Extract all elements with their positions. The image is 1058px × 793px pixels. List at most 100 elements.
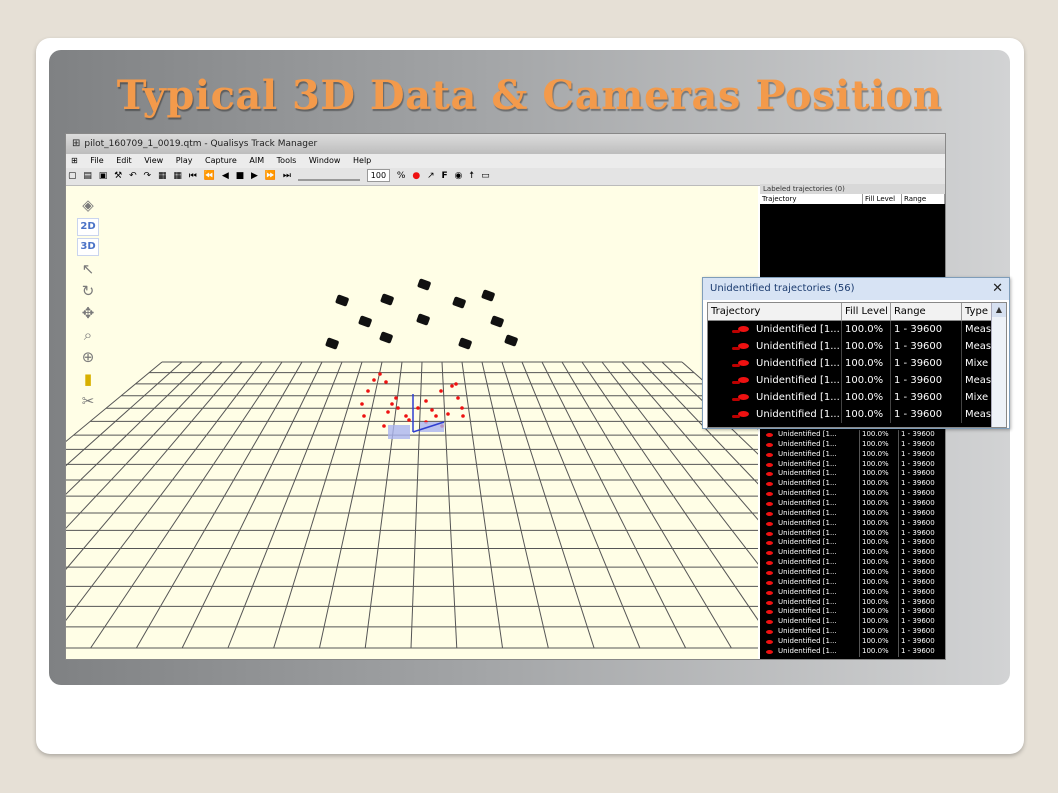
- table-scrollbar[interactable]: ▲: [991, 303, 1006, 427]
- menubar: ⊞ File Edit View Play Capture AIM Tools …: [66, 154, 945, 168]
- header-trajectory[interactable]: Trajectory: [708, 303, 842, 320]
- app-icon: ⊞: [72, 138, 81, 149]
- menu-play[interactable]: Play: [176, 156, 193, 165]
- list-item[interactable]: Unidentified [1... 100.0% 1 - 39600: [760, 617, 945, 628]
- menu-file[interactable]: File: [90, 156, 103, 165]
- rotate-icon[interactable]: ↻: [74, 280, 102, 302]
- marker-icon[interactable]: ◉: [455, 168, 463, 185]
- list-item[interactable]: Unidentified [1... 100.0% 1 - 39600: [760, 489, 945, 500]
- col-range[interactable]: Range: [902, 194, 945, 204]
- header-fill-level[interactable]: Fill Level: [842, 303, 891, 320]
- table-row[interactable]: Unidentified [1... 100.0% 1 - 39600 Meas: [708, 372, 1006, 389]
- go-end-icon[interactable]: ⏭: [283, 168, 291, 185]
- list-cell: 100.0%: [860, 617, 899, 628]
- target-icon[interactable]: ⊕: [74, 346, 102, 368]
- record-icon[interactable]: ●: [412, 168, 420, 185]
- trajectory-name: Unidentified [1...: [708, 338, 842, 355]
- table-row[interactable]: Unidentified [1... 100.0% 1 - 39600 Meas: [708, 321, 1006, 338]
- layers-icon[interactable]: ◈: [74, 194, 102, 216]
- list-item[interactable]: Unidentified [1... 100.0% 1 - 39600: [760, 528, 945, 539]
- stop-icon[interactable]: ■: [236, 168, 245, 185]
- menu-help[interactable]: Help: [353, 156, 371, 165]
- clipboard-icon[interactable]: ▮: [74, 368, 102, 390]
- list-item[interactable]: Unidentified [1... 100.0% 1 - 39600: [760, 548, 945, 559]
- list-item[interactable]: Unidentified [1... 100.0% 1 - 39600: [760, 449, 945, 460]
- open-folder-icon[interactable]: ▤: [83, 168, 92, 185]
- list-item[interactable]: Unidentified [1... 100.0% 1 - 39600: [760, 627, 945, 638]
- table-row[interactable]: Unidentified [1... 100.0% 1 - 39600 Mixe: [708, 389, 1006, 406]
- list-item[interactable]: Unidentified [1... 100.0% 1 - 39600: [760, 538, 945, 549]
- list-cell: Unidentified [1...: [760, 499, 860, 509]
- menu-view[interactable]: View: [144, 156, 163, 165]
- save-icon[interactable]: ▣: [99, 168, 108, 185]
- labeled-panel-title: Labeled trajectories (0): [760, 184, 945, 194]
- list-item[interactable]: Unidentified [1... 100.0% 1 - 39600: [760, 607, 945, 618]
- table-row[interactable]: Unidentified [1... 100.0% 1 - 39600 Meas: [708, 338, 1006, 355]
- grid-line: [227, 361, 343, 649]
- fill-level: 100.0%: [842, 406, 891, 423]
- menu-edit[interactable]: Edit: [116, 156, 132, 165]
- list-item[interactable]: Unidentified [1... 100.0% 1 - 39600: [760, 518, 945, 529]
- new-file-icon[interactable]: ▢: [68, 168, 77, 185]
- labeled-panel-header: Trajectory Fill Level Range: [760, 194, 945, 204]
- view-2d-icon[interactable]: ▦: [158, 168, 167, 185]
- wrench-icon[interactable]: ⚒: [114, 168, 122, 185]
- f-icon[interactable]: F: [442, 168, 448, 185]
- list-item[interactable]: Unidentified [1... 100.0% 1 - 39600: [760, 508, 945, 519]
- view-tools: ◈ 2D 3D ↖ ↻ ✥ ⌕ ⊕ ▮ ✂: [74, 194, 102, 412]
- zoom-icon[interactable]: ⌕: [74, 324, 102, 346]
- grid-line: [461, 361, 504, 649]
- grid-line: [90, 361, 283, 649]
- list-item[interactable]: Unidentified [1... 100.0% 1 - 39600: [760, 558, 945, 569]
- table-row[interactable]: Unidentified [1... 100.0% 1 - 39600 Mixe: [708, 355, 1006, 372]
- go-start-icon[interactable]: ⏮: [189, 168, 197, 185]
- list-item[interactable]: Unidentified [1... 100.0% 1 - 39600: [760, 439, 945, 450]
- redo-icon[interactable]: ↷: [144, 168, 152, 185]
- step-back-icon[interactable]: ◀: [222, 168, 229, 185]
- camera-icon[interactable]: ▭: [481, 168, 490, 185]
- list-item[interactable]: Unidentified [1... 100.0% 1 - 39600: [760, 587, 945, 598]
- header-range[interactable]: Range: [891, 303, 962, 320]
- step-forward-icon[interactable]: ⏩: [265, 168, 276, 185]
- list-item[interactable]: Unidentified [1... 100.0% 1 - 39600: [760, 479, 945, 490]
- col-fill-level[interactable]: Fill Level: [863, 194, 902, 204]
- col-trajectory[interactable]: Trajectory: [760, 194, 863, 204]
- list-item[interactable]: Unidentified [1... 100.0% 1 - 39600: [760, 637, 945, 647]
- menu-tools[interactable]: Tools: [277, 156, 297, 165]
- play-icon[interactable]: ▶: [251, 168, 258, 185]
- marker-point: [434, 414, 438, 418]
- table-row[interactable]: Unidentified [1... 100.0% 1 - 39600 Meas: [708, 406, 1006, 423]
- camera-marker: [458, 337, 472, 350]
- mode-3d-button[interactable]: 3D: [77, 238, 99, 256]
- mode-2d-button[interactable]: 2D: [77, 218, 99, 236]
- view-3d-icon[interactable]: ▦: [173, 168, 182, 185]
- list-cell: 100.0%: [860, 548, 899, 559]
- list-item[interactable]: Unidentified [1... 100.0% 1 - 39600: [760, 430, 945, 440]
- undo-icon[interactable]: ↶: [129, 168, 137, 185]
- person-icon[interactable]: ☨: [469, 168, 474, 185]
- list-item[interactable]: Unidentified [1... 100.0% 1 - 39600: [760, 469, 945, 480]
- list-cell: Unidentified [1...: [760, 469, 860, 480]
- zoom-field[interactable]: 100: [366, 169, 391, 182]
- list-item[interactable]: Unidentified [1... 100.0% 1 - 39600: [760, 577, 945, 588]
- scroll-up-icon[interactable]: ▲: [992, 303, 1006, 317]
- fill-level: 100.0%: [842, 338, 891, 355]
- close-icon[interactable]: ✕: [992, 278, 1003, 300]
- menu-aim[interactable]: AIM: [249, 156, 264, 165]
- list-item[interactable]: Unidentified [1... 100.0% 1 - 39600: [760, 646, 945, 657]
- list-item[interactable]: Unidentified [1... 100.0% 1 - 39600: [760, 459, 945, 470]
- 3d-viewport[interactable]: ◈ 2D 3D ↖ ↻ ✥ ⌕ ⊕ ▮ ✂: [66, 186, 945, 659]
- list-item[interactable]: Unidentified [1... 100.0% 1 - 39600: [760, 499, 945, 509]
- pointer-icon[interactable]: ↖: [74, 258, 102, 280]
- range: 1 - 39600: [891, 389, 962, 406]
- pan-icon[interactable]: ✥: [74, 302, 102, 324]
- scissors-icon[interactable]: ✂: [74, 390, 102, 412]
- fast-back-icon[interactable]: ⏪: [204, 168, 215, 185]
- list-item[interactable]: Unidentified [1... 100.0% 1 - 39600: [760, 597, 945, 608]
- menu-capture[interactable]: Capture: [205, 156, 237, 165]
- menu-window[interactable]: Window: [309, 156, 341, 165]
- speed-slider[interactable]: [297, 171, 360, 181]
- list-item[interactable]: Unidentified [1... 100.0% 1 - 39600: [760, 568, 945, 578]
- arrow-icon[interactable]: ↗: [427, 168, 435, 185]
- list-cell: Unidentified [1...: [760, 627, 860, 638]
